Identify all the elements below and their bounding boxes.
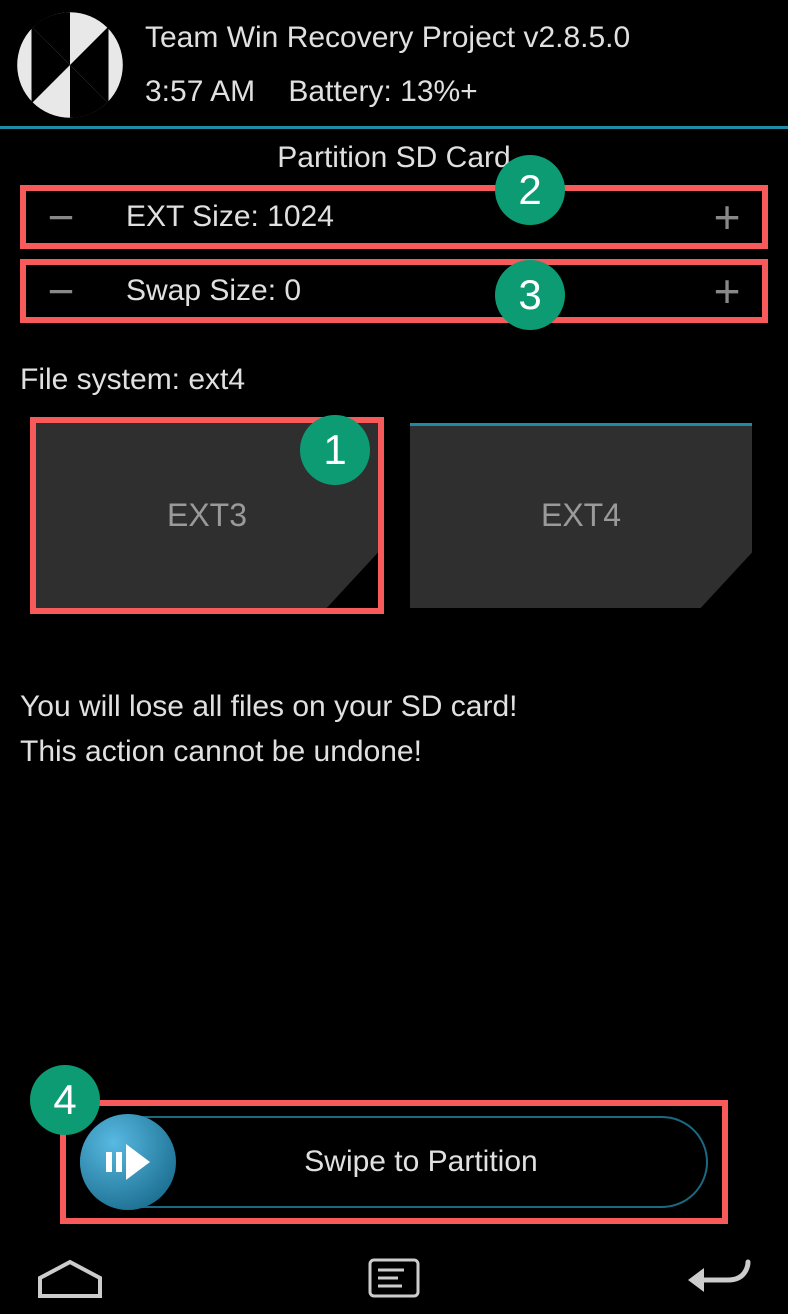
battery-label: Battery: 13%+ <box>288 75 477 108</box>
console-icon[interactable] <box>354 1253 434 1303</box>
swipe-track: Swipe to Partition <box>80 1116 708 1208</box>
home-icon[interactable] <box>30 1253 110 1303</box>
swap-size-stepper: − Swap Size: 0 + <box>20 259 768 323</box>
app-title: Team Win Recovery Project v2.8.5.0 <box>145 11 630 65</box>
file-system-label: File system: ext4 <box>0 333 788 417</box>
warning-text: You will lose all files on your SD card!… <box>0 614 788 774</box>
ext-size-stepper: − EXT Size: 1024 + <box>20 185 768 249</box>
ext4-button[interactable]: EXT4 <box>410 423 752 608</box>
ext-minus-button[interactable]: − <box>26 191 96 243</box>
nav-bar <box>0 1242 788 1314</box>
warning-line-2: This action cannot be undone! <box>20 729 768 774</box>
swap-minus-button[interactable]: − <box>26 265 96 317</box>
warning-line-1: You will lose all files on your SD card! <box>20 684 768 729</box>
screen-title: Partition SD Card <box>0 141 788 175</box>
ext-size-label: EXT Size: 1024 <box>96 200 692 234</box>
swap-plus-button[interactable]: + <box>692 265 762 317</box>
annotation-badge-1: 1 <box>300 415 370 485</box>
annotation-badge-2: 2 <box>495 155 565 225</box>
swipe-container: Swipe to Partition <box>60 1100 728 1224</box>
header: Team Win Recovery Project v2.8.5.0 3:57 … <box>0 0 788 120</box>
status-bar: 3:57 AM Battery: 13%+ <box>145 65 630 119</box>
swap-size-label: Swap Size: 0 <box>96 274 692 308</box>
annotation-badge-4: 4 <box>30 1065 100 1135</box>
ext-plus-button[interactable]: + <box>692 191 762 243</box>
header-divider <box>0 126 788 129</box>
annotation-badge-3: 3 <box>495 260 565 330</box>
twrp-logo-icon <box>15 10 125 120</box>
swipe-label: Swipe to Partition <box>136 1145 706 1179</box>
time-label: 3:57 AM <box>145 75 255 108</box>
back-icon[interactable] <box>678 1253 758 1303</box>
